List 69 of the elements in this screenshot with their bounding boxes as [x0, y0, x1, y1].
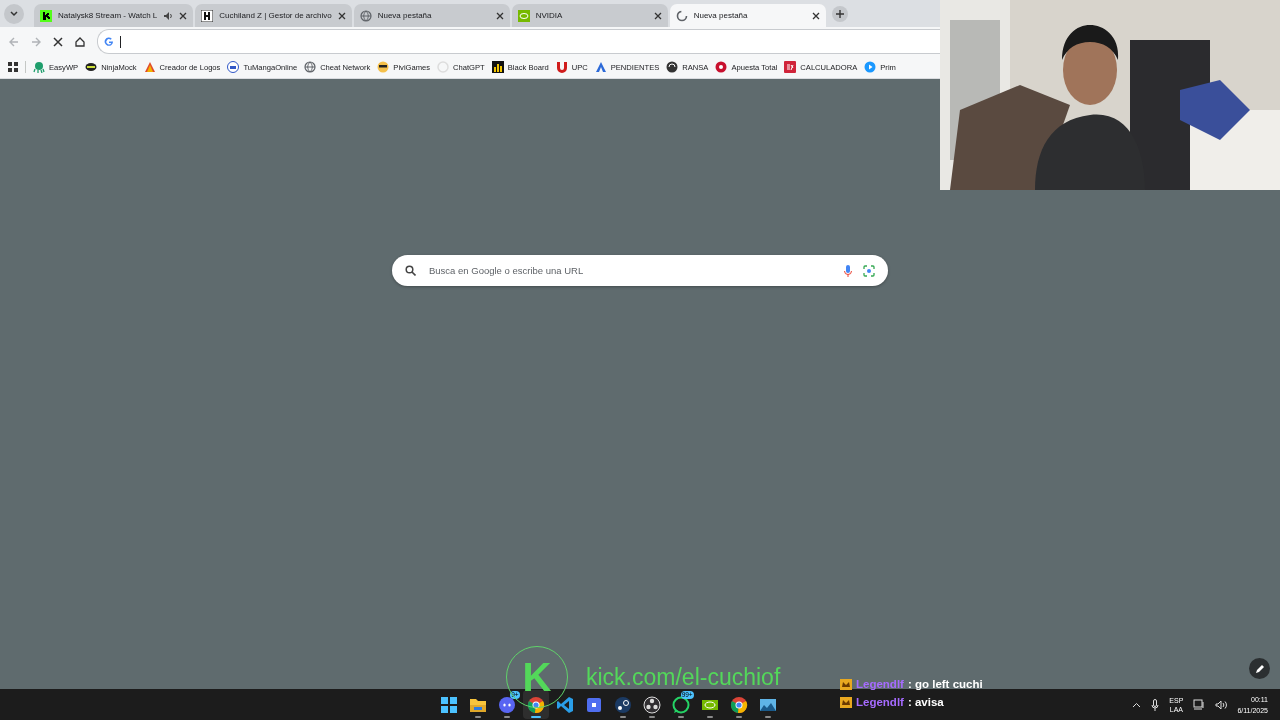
chrome-icon [526, 695, 545, 714]
bars-icon [491, 61, 504, 73]
crown-icon [840, 696, 852, 708]
record-icon [642, 695, 661, 714]
network-icon[interactable] [1193, 699, 1206, 710]
browser-tab[interactable]: Nueva pestaña [669, 4, 826, 27]
play-icon [864, 61, 877, 73]
badge-icon [227, 61, 240, 73]
camera-search-icon[interactable] [863, 264, 875, 277]
search-icon [405, 265, 416, 276]
chat-bubble-icon [497, 695, 516, 714]
speaker-icon[interactable] [1215, 699, 1228, 710]
search-field[interactable]: Busca en Google o escribe una URL [427, 264, 833, 277]
home-icon[interactable] [75, 36, 85, 47]
microphone-icon[interactable] [1151, 698, 1160, 711]
tab-title: Cuchiland Z | Gestor de archivo [219, 11, 332, 20]
chrome-icon [729, 695, 748, 714]
arrow-icon [594, 61, 607, 73]
chevron-icon[interactable] [1132, 701, 1142, 708]
browser-tab[interactable]: Nueva pestaña [353, 4, 510, 27]
text-cursor [120, 35, 121, 48]
square-app-icon [584, 695, 603, 714]
close-icon[interactable] [337, 11, 346, 20]
chat-username: Legendlf [856, 678, 904, 690]
steam-icon [613, 695, 632, 714]
plus-icon [835, 9, 844, 18]
search-bar[interactable]: Busca en Google o escribe una URL [392, 255, 888, 286]
triangle-icon [143, 61, 156, 73]
tab-search-button[interactable] [4, 3, 24, 24]
channel-url: kick.com/el-cuchiof [586, 665, 781, 689]
face-icon [377, 61, 390, 73]
square-logo-icon [784, 61, 797, 73]
speaker-icon[interactable] [163, 10, 174, 21]
apps-icon[interactable] [8, 62, 18, 72]
close-icon[interactable] [495, 11, 504, 20]
stop-icon[interactable] [53, 36, 63, 47]
tab-title: Natalysk8 Stream - Watch L [58, 11, 158, 20]
shield-icon [555, 61, 568, 73]
tab-title: Nueva pestaña [693, 11, 748, 20]
pencil-icon [1254, 663, 1265, 674]
browser-tab[interactable]: NVIDIA [511, 4, 668, 27]
windows-icon [439, 695, 458, 714]
taskbar-app[interactable] [522, 690, 549, 719]
browser-tab[interactable]: Natalysk8 Stream - Watch L [34, 4, 194, 27]
mask-icon [85, 61, 98, 73]
circle-logo-icon [666, 61, 679, 73]
k-logo-icon [40, 9, 52, 22]
close-icon[interactable] [179, 11, 188, 20]
octopus-icon [33, 61, 45, 73]
chat-message: : go left cuchi [907, 678, 983, 690]
new-tab-button[interactable] [831, 5, 848, 22]
loading-icon [675, 9, 688, 22]
g-logo-icon [104, 36, 114, 47]
chat-message: : avisa [907, 696, 944, 708]
browser-tab[interactable]: Cuchiland Z | Gestor de archivo [195, 4, 352, 27]
globe-icon [304, 61, 317, 73]
eye-logo-icon [517, 9, 530, 22]
circle-logo-icon [715, 61, 728, 73]
close-icon[interactable] [811, 11, 820, 20]
customize-button[interactable] [1249, 658, 1270, 679]
close-icon[interactable] [653, 11, 662, 20]
chat-username: Legendlf [856, 696, 904, 708]
crown-icon [840, 678, 852, 690]
code-editor-icon [555, 695, 574, 714]
tab-title: NVIDIA [535, 11, 563, 20]
caret-icon [10, 10, 18, 17]
globe-icon [359, 9, 372, 22]
h-logo-icon [201, 9, 214, 22]
tab-title: Nueva pestaña [377, 11, 432, 20]
